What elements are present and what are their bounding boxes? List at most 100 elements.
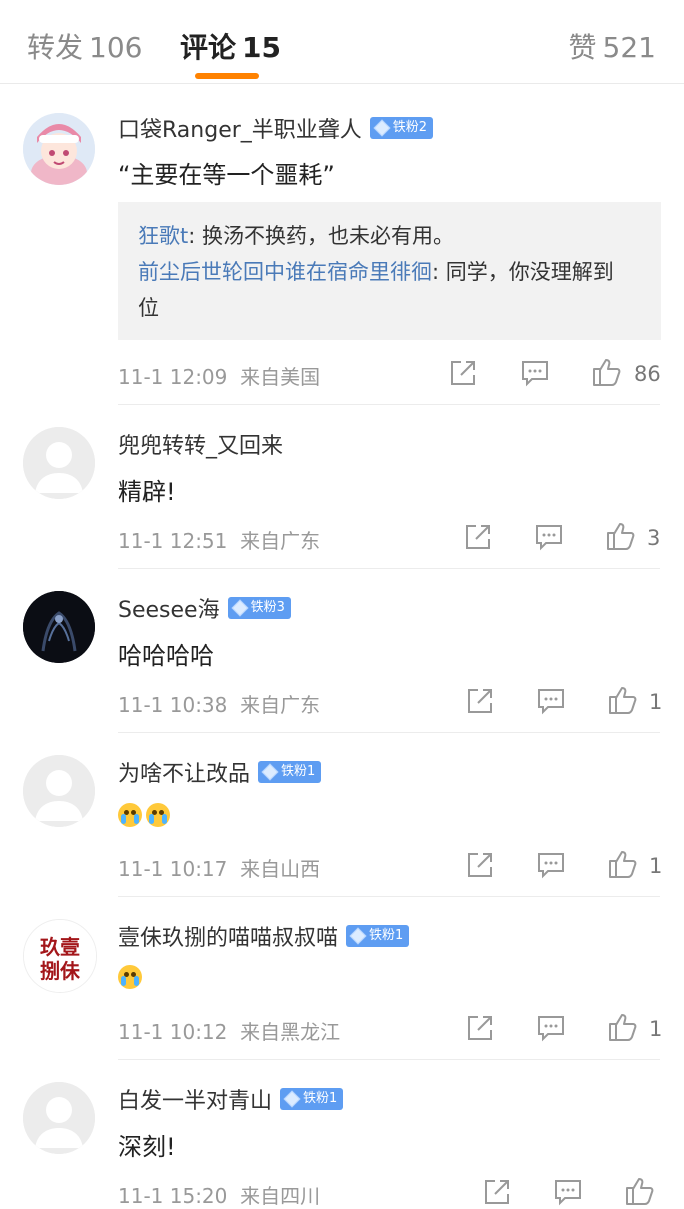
- comment-meta: 11-1 10:17 来自山西: [118, 853, 320, 882]
- reply-comment-icon[interactable]: [535, 685, 567, 717]
- share-icon[interactable]: [481, 1176, 513, 1208]
- badge-label: 铁粉2: [392, 120, 428, 135]
- comment-username[interactable]: Seesee海 铁粉3: [118, 593, 291, 623]
- tab-label: 赞: [568, 31, 597, 64]
- fan-badge: 铁粉1: [346, 925, 410, 947]
- tab-reposts[interactable]: 转发 106: [27, 26, 142, 66]
- like-count: 1: [649, 854, 663, 878]
- comment-username[interactable]: 口袋Ranger_半职业聋人 铁粉2: [118, 113, 434, 143]
- tab-count: 106: [89, 31, 143, 64]
- tab-label: 评论: [180, 31, 237, 64]
- comment-time: 11-1 10:17: [118, 857, 228, 881]
- reply-comment-icon[interactable]: [533, 521, 565, 553]
- comment-username[interactable]: 为啥不让改品 铁粉1: [118, 757, 322, 787]
- reply-box[interactable]: 狂歌t: 换汤不换药，也未必有用。 前尘后世轮回中谁在宿命里徘徊: 同学，你没理…: [118, 202, 661, 340]
- diamond-icon: [283, 1090, 301, 1108]
- avatar[interactable]: 玖壹 捌佅: [23, 919, 97, 993]
- crying-face-emoji: [146, 803, 170, 827]
- avatar[interactable]: [23, 591, 95, 663]
- comment-time: 11-1 10:12: [118, 1020, 228, 1044]
- comment-meta: 11-1 10:38 来自广东: [118, 689, 320, 718]
- diamond-icon: [349, 927, 367, 945]
- comment-text: 深刻!: [118, 1133, 176, 1161]
- crying-face-emoji: [118, 803, 142, 827]
- diamond-icon: [231, 599, 249, 617]
- comment-text: “主要在等一个噩耗”: [118, 161, 335, 189]
- diamond-icon: [373, 119, 391, 137]
- comment-location: 来自四川: [240, 1184, 321, 1208]
- comment-location: 来自黑龙江: [240, 1020, 341, 1044]
- share-icon[interactable]: [464, 685, 496, 717]
- like-icon[interactable]: [605, 520, 637, 552]
- tab-label: 转发: [27, 31, 84, 64]
- username-text: 壹佅玖捌的喵喵叔叔喵: [118, 926, 339, 951]
- divider: [118, 896, 660, 897]
- comment-text: [118, 800, 174, 828]
- comment-username[interactable]: 白发一半对青山 铁粉1: [118, 1084, 344, 1114]
- like-count: 1: [649, 690, 663, 714]
- username-text: 口袋Ranger_半职业聋人: [118, 118, 362, 143]
- comment-text: 哈哈哈哈: [118, 642, 214, 670]
- badge-label: 铁粉3: [250, 600, 285, 615]
- comment-tabs: 转发 106 评论 15 赞 521: [0, 0, 684, 84]
- comment-time: 11-1 15:20: [118, 1184, 228, 1208]
- reply-comment-icon[interactable]: [535, 1012, 567, 1044]
- comment-meta: 11-1 10:12 来自黑龙江: [118, 1016, 340, 1045]
- reply-username[interactable]: 前尘后世轮回中谁在宿命里徘徊: [138, 260, 432, 284]
- comment-username[interactable]: 兜兜转转_又回来: [118, 429, 283, 459]
- divider: [118, 1059, 660, 1060]
- username-text: 白发一半对青山: [118, 1089, 273, 1114]
- comment-location: 来自广东: [240, 529, 321, 553]
- reply-item: 狂歌t: 换汤不换药，也未必有用。: [138, 218, 641, 254]
- badge-label: 铁粉1: [303, 1091, 338, 1106]
- like-icon[interactable]: [624, 1175, 656, 1207]
- avatar[interactable]: [23, 427, 95, 499]
- comment-time: 11-1 12:51: [118, 529, 228, 553]
- like-count: 1: [649, 1017, 663, 1041]
- reply-comment-icon[interactable]: [519, 357, 551, 389]
- comment-text: [118, 962, 146, 990]
- comment-meta: 11-1 12:09 来自美国: [118, 361, 320, 390]
- badge-label: 铁粉1: [369, 928, 404, 943]
- comment-meta: 11-1 15:20 来自四川: [118, 1180, 320, 1209]
- diamond-icon: [261, 763, 279, 781]
- avatar[interactable]: [23, 113, 95, 185]
- fan-badge: 铁粉3: [227, 597, 291, 619]
- comment-time: 11-1 10:38: [118, 693, 228, 717]
- reply-comment-icon[interactable]: [552, 1176, 584, 1208]
- reply-text: : 换汤不换药，也未必有用。: [188, 224, 454, 248]
- laughing-tears-emoji: [118, 965, 142, 989]
- badge-label: 铁粉1: [281, 764, 316, 779]
- like-icon[interactable]: [591, 356, 623, 388]
- like-icon[interactable]: [607, 848, 639, 880]
- comment-username[interactable]: 壹佅玖捌的喵喵叔叔喵 铁粉1: [118, 921, 410, 951]
- reply-username[interactable]: 狂歌t: [138, 224, 188, 248]
- divider: [118, 568, 660, 569]
- avatar[interactable]: [23, 755, 95, 827]
- reply-comment-icon[interactable]: [535, 849, 567, 881]
- comment-location: 来自广东: [240, 693, 321, 717]
- username-text: 兜兜转转_又回来: [118, 434, 284, 459]
- reply-item: 前尘后世轮回中谁在宿命里徘徊: 同学，你没理解到位: [138, 254, 618, 326]
- share-icon[interactable]: [462, 521, 494, 553]
- username-text: 为啥不让改品: [118, 762, 251, 787]
- share-icon[interactable]: [464, 1012, 496, 1044]
- comment-location: 来自山西: [240, 857, 321, 881]
- divider: [118, 732, 660, 733]
- comment-location: 来自美国: [240, 365, 321, 389]
- tab-count: 521: [602, 31, 656, 64]
- avatar[interactable]: [23, 1082, 95, 1154]
- tab-count: 15: [242, 31, 281, 64]
- active-tab-indicator: [195, 73, 259, 79]
- fan-badge: 铁粉2: [369, 117, 434, 139]
- tab-likes[interactable]: 赞 521: [569, 26, 656, 66]
- like-count: 86: [634, 362, 661, 386]
- svg-text:玖壹: 玖壹: [40, 935, 80, 959]
- tab-comments[interactable]: 评论 15: [180, 26, 281, 66]
- fan-badge: 铁粉1: [258, 761, 322, 783]
- share-icon[interactable]: [464, 849, 496, 881]
- like-icon[interactable]: [607, 684, 639, 716]
- like-icon[interactable]: [607, 1011, 639, 1043]
- fan-badge: 铁粉1: [280, 1088, 344, 1110]
- share-icon[interactable]: [447, 357, 479, 389]
